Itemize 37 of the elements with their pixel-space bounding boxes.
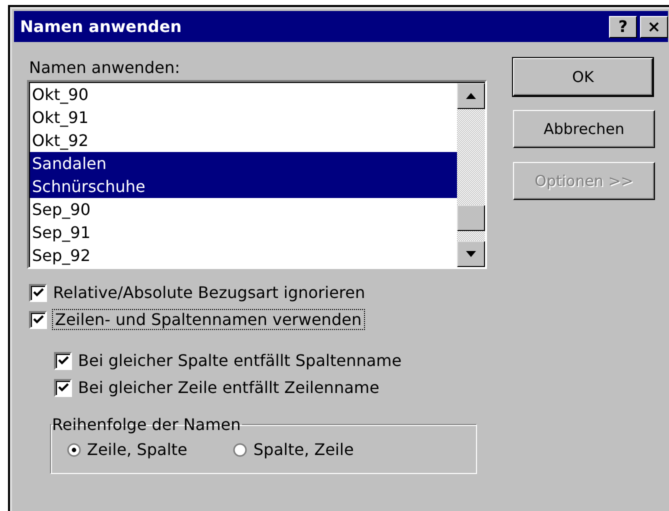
checkbox[interactable]: [29, 310, 47, 328]
dialog-button[interactable]: OK: [513, 58, 653, 96]
list-item[interactable]: Sandalen: [30, 152, 457, 175]
list-item[interactable]: Okt_92: [30, 129, 457, 152]
checkbox[interactable]: [54, 378, 72, 396]
check-icon: [32, 288, 44, 298]
check-icon: [58, 382, 68, 392]
list-item[interactable]: Okt_91: [30, 106, 457, 129]
checkbox-label: Zeilen- und Spaltennamen verwenden: [53, 310, 364, 329]
list-item[interactable]: Sep_92: [30, 244, 457, 267]
up-arrow-icon: [466, 93, 476, 99]
help-button[interactable]: ?: [609, 16, 637, 38]
close-button[interactable]: ×: [640, 16, 668, 38]
scroll-thumb[interactable]: [457, 205, 485, 231]
checkbox[interactable]: [29, 284, 47, 302]
check-icon: [32, 314, 44, 324]
checkbox-label: Bei gleicher Spalte entfällt Spaltenname: [78, 351, 402, 370]
radio-button[interactable]: [67, 442, 81, 456]
list-item[interactable]: Schnürschuhe: [30, 175, 457, 198]
window-title: Namen anwenden: [20, 17, 183, 36]
list-item[interactable]: Sep_90: [30, 198, 457, 221]
scroll-down-button[interactable]: [457, 241, 485, 267]
dialog-button[interactable]: Abbrechen: [513, 110, 655, 148]
scroll-up-button[interactable]: [457, 83, 485, 109]
list-label: Namen anwenden:: [29, 58, 181, 77]
group-title: Reihenfolge der Namen: [51, 415, 242, 434]
list-item[interactable]: Okt_90: [30, 83, 457, 106]
check-icon: [58, 356, 68, 366]
checkbox-label: Relative/Absolute Bezugsart ignorieren: [53, 283, 366, 302]
down-arrow-icon: [466, 251, 476, 257]
radio-label: Spalte, Zeile: [253, 440, 354, 459]
radio-label: Zeile, Spalte: [87, 440, 188, 459]
checkbox[interactable]: [54, 352, 72, 370]
list-item[interactable]: Sep_91: [30, 221, 457, 244]
radio-button[interactable]: [233, 442, 248, 456]
checkbox-label: Bei gleicher Zeile entfällt Zeilenname: [78, 378, 380, 397]
scrollbar[interactable]: [457, 83, 485, 267]
